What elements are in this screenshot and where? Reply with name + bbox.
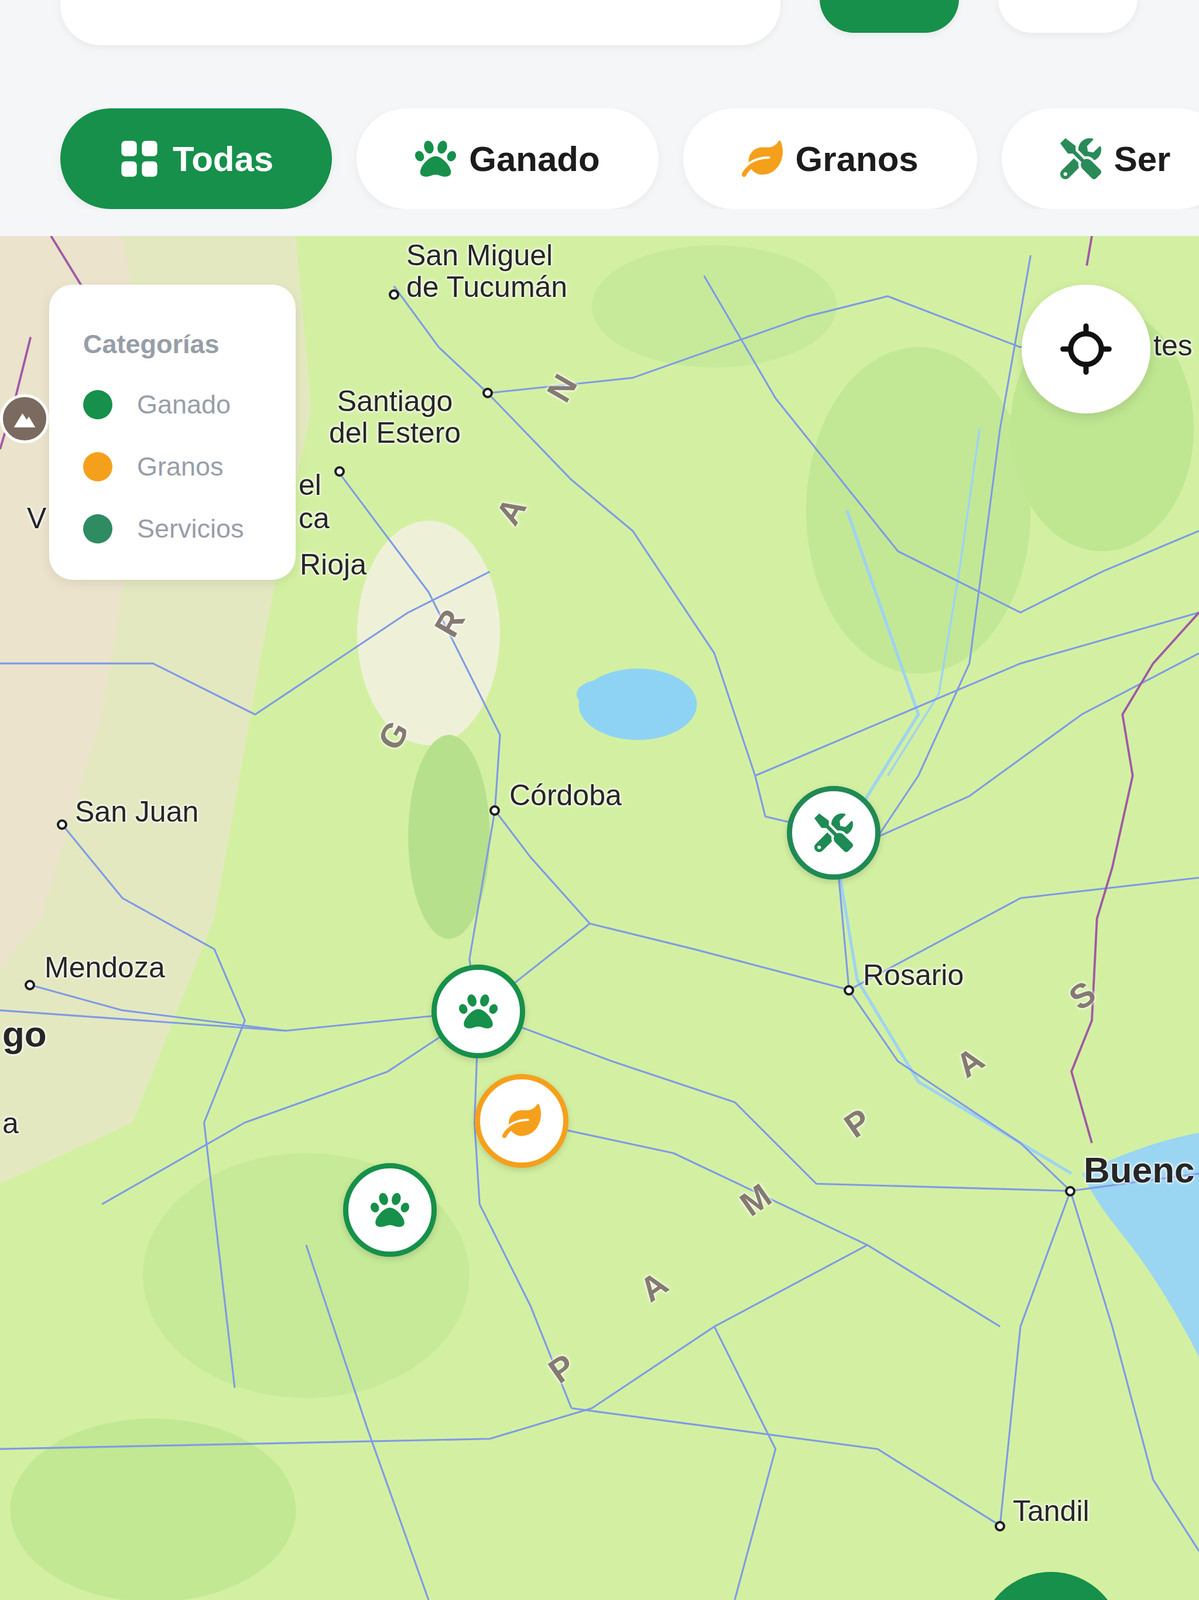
city-label: V bbox=[26, 502, 47, 534]
category-chip[interactable]: Ser bbox=[1001, 108, 1199, 210]
city-label: go bbox=[2, 1014, 47, 1054]
city-dot bbox=[489, 804, 500, 816]
map-pin[interactable] bbox=[343, 1162, 437, 1257]
city-label: Tandil bbox=[1012, 1494, 1090, 1527]
paw-icon bbox=[415, 138, 457, 180]
legend-dot bbox=[83, 389, 113, 420]
city-label: Rioja bbox=[299, 548, 367, 581]
chip-label: Granos bbox=[795, 138, 919, 180]
city-label: el bbox=[298, 468, 322, 501]
grid-icon bbox=[118, 138, 160, 180]
locate-button[interactable] bbox=[1021, 284, 1151, 414]
leaf-icon bbox=[502, 1101, 541, 1140]
city-dot bbox=[482, 387, 493, 399]
category-chip[interactable]: Granos bbox=[683, 108, 978, 210]
city-label: Santiagodel Estero bbox=[329, 385, 461, 449]
city-label: Buenc bbox=[1083, 1150, 1195, 1190]
city-dot bbox=[56, 819, 68, 830]
map-pin[interactable] bbox=[786, 785, 881, 880]
city-label: ca bbox=[298, 502, 330, 534]
paw-icon bbox=[370, 1190, 410, 1229]
legend-title: Categorías bbox=[83, 329, 279, 360]
city-label: a bbox=[2, 1107, 19, 1139]
city-dot bbox=[843, 984, 855, 996]
city-label: tes bbox=[1153, 329, 1193, 362]
paw-icon bbox=[458, 991, 498, 1031]
locate-icon bbox=[1059, 322, 1113, 376]
search-field[interactable] bbox=[60, 0, 781, 46]
chip-label: Todas bbox=[172, 138, 274, 180]
city-label: Córdoba bbox=[509, 779, 622, 811]
legend-item: Granos bbox=[83, 451, 279, 482]
tools-icon bbox=[1060, 138, 1102, 180]
city-label: San Miguelde Tucumán bbox=[406, 239, 568, 303]
chip-label: Ganado bbox=[468, 138, 600, 180]
category-chip[interactable]: Ganado bbox=[356, 108, 659, 210]
city-dot bbox=[334, 466, 345, 477]
legend-dot bbox=[83, 451, 113, 482]
app: TodasGanadoGranosSerGRANPAMPASSan Miguel… bbox=[0, 0, 1199, 1600]
header: Todas Ganado Granos Ser bbox=[0, 0, 1199, 236]
city-dot bbox=[1064, 1185, 1076, 1197]
filter-button[interactable] bbox=[998, 0, 1138, 33]
chip-label: Ser bbox=[1114, 138, 1171, 180]
city-label: Rosario bbox=[862, 958, 964, 991]
category-chip[interactable]: Todas bbox=[60, 108, 332, 210]
mountain-marker bbox=[0, 394, 50, 444]
map[interactable]: GRANPAMPASSan Miguelde TucumánSantiagode… bbox=[0, 235, 1199, 1600]
map-pin[interactable] bbox=[474, 1073, 569, 1168]
tools-icon bbox=[814, 813, 853, 852]
city-dot bbox=[388, 289, 400, 300]
city-dot bbox=[24, 979, 36, 990]
legend-item: Ganado bbox=[83, 389, 279, 420]
legend-item: Servicios bbox=[83, 514, 279, 544]
map-pin[interactable] bbox=[431, 964, 526, 1058]
city-label: San Juan bbox=[74, 795, 199, 828]
category-filters: Todas Ganado Granos Ser bbox=[0, 108, 1199, 210]
city-label: Mendoza bbox=[44, 951, 166, 983]
search-button[interactable] bbox=[819, 0, 959, 33]
category-legend: Categorías Ganado Granos Servicios bbox=[49, 284, 296, 580]
leaf-icon bbox=[741, 138, 783, 180]
search-row bbox=[0, 0, 1199, 46]
legend-dot bbox=[83, 514, 113, 544]
city-dot bbox=[994, 1520, 1006, 1531]
mountain-icon bbox=[11, 405, 38, 432]
